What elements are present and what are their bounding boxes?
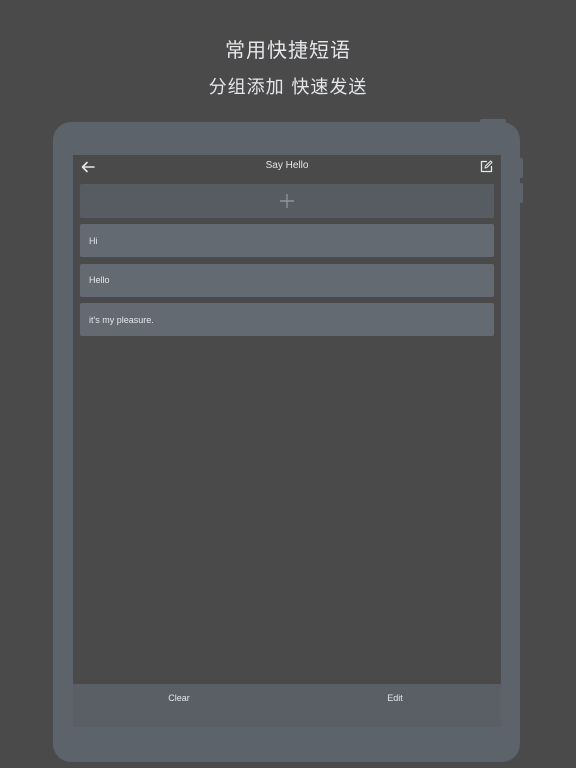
app-screen: Say Hello Hi Hello it's my pleasure. Cle…	[73, 155, 501, 727]
list-item[interactable]: it's my pleasure.	[80, 303, 494, 336]
edit-square-icon[interactable]	[480, 160, 493, 173]
plus-icon	[280, 194, 294, 208]
promo-title: 常用快捷短语	[225, 38, 351, 62]
add-phrase-button[interactable]	[80, 184, 494, 218]
navigation-bar: Say Hello	[73, 155, 501, 179]
bottom-toolbar: Clear Edit	[73, 684, 501, 727]
clear-button[interactable]: Clear	[129, 693, 229, 703]
list-item[interactable]: Hi	[80, 224, 494, 257]
edit-button[interactable]: Edit	[345, 693, 445, 703]
page-title: Say Hello	[265, 160, 309, 171]
phrase-list: Hi Hello it's my pleasure.	[80, 224, 494, 343]
app-store-screenshot: 常用快捷短语 分组添加 快速发送 Say Hello Hi Hello it's…	[0, 0, 576, 768]
list-item[interactable]: Hello	[80, 263, 494, 297]
promo-subtitle: 分组添加 快速发送	[208, 77, 368, 98]
